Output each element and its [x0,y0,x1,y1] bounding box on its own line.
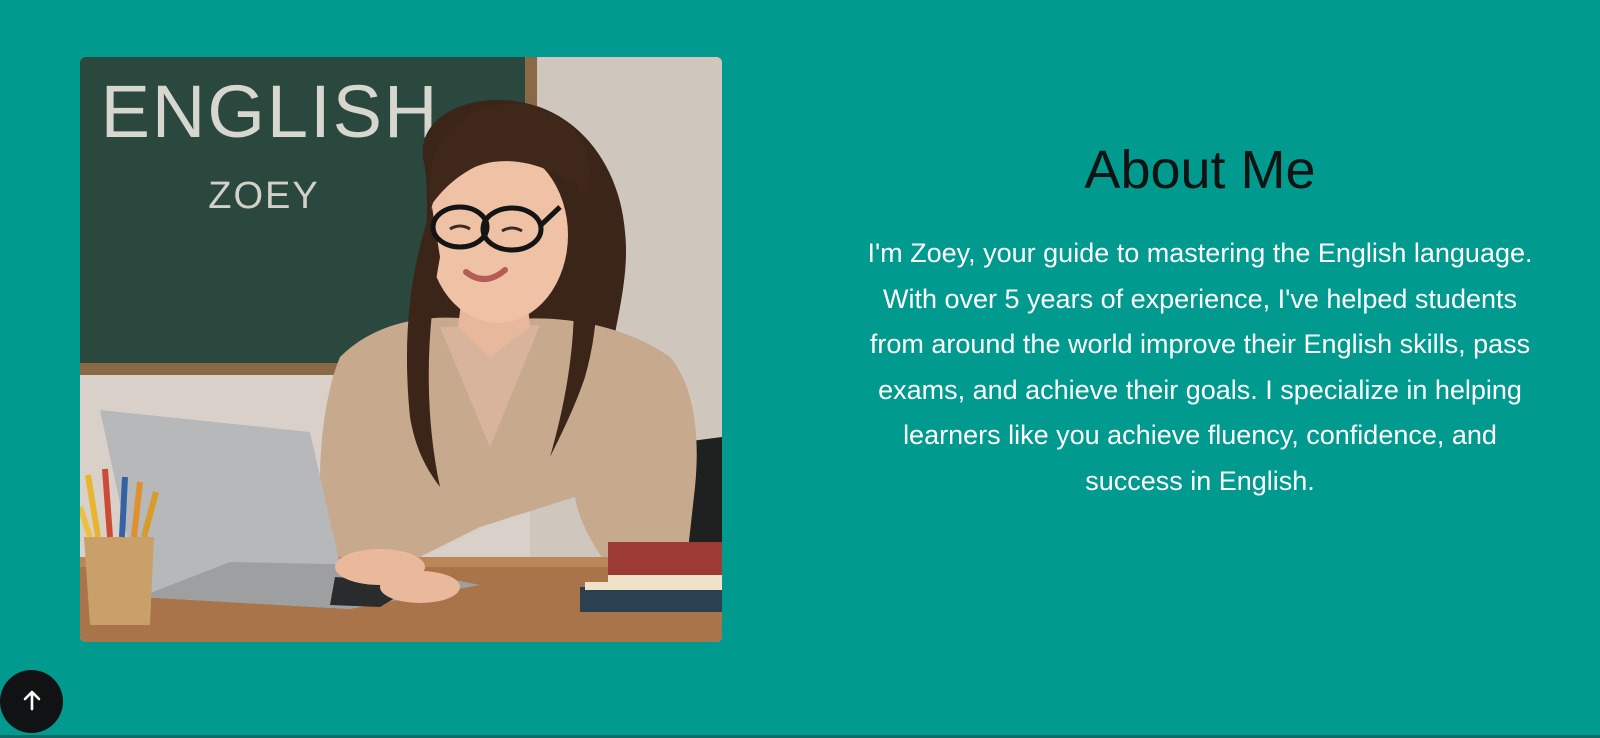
back-to-top-button[interactable] [0,670,63,733]
arrow-up-icon [20,688,44,715]
about-content: About Me I'm Zoey, your guide to masteri… [858,135,1542,504]
board-name: ZOEY [208,175,319,217]
teacher-photo: ENGLISH ZOEY [80,57,722,642]
about-body: I'm Zoey, your guide to mastering the En… [867,238,1533,496]
board-heading: ENGLISH [101,70,440,153]
about-section: ENGLISH ZOEY About Me I'm Zoey, your gui… [0,0,1600,738]
about-title: About Me [1084,140,1316,200]
